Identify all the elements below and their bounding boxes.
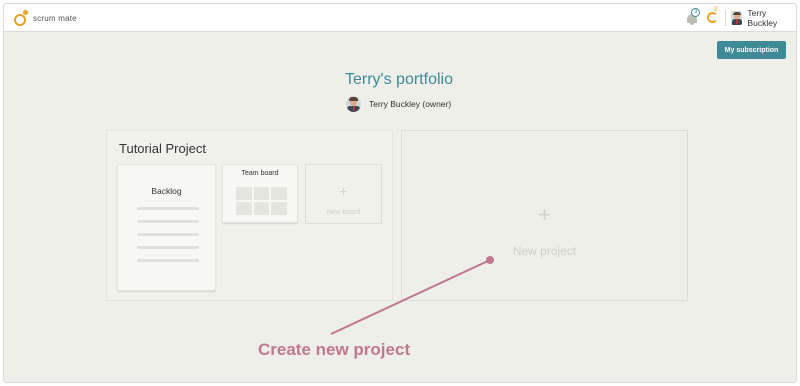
plus-icon: + bbox=[538, 202, 551, 227]
top-navigation-bar: scrum mate 3 2 Terry Buckley bbox=[4, 4, 796, 32]
board-label: Team board bbox=[241, 170, 279, 177]
board-label: New board bbox=[326, 209, 361, 216]
board-label: Backlog bbox=[151, 186, 182, 196]
logo-text: scrum mate bbox=[33, 13, 77, 23]
portfolio-title: Terry's portfolio bbox=[345, 71, 453, 88]
sync-count-badge: 2 bbox=[714, 6, 718, 13]
app-logo[interactable]: scrum mate bbox=[13, 8, 77, 28]
team-board-grid-icon bbox=[236, 187, 287, 215]
project-card-tutorial: Tutorial Project Backlog Team board + Ne… bbox=[106, 130, 393, 301]
backlog-line-icon bbox=[137, 246, 199, 249]
new-board-button[interactable]: + New board bbox=[305, 164, 382, 224]
board-backlog[interactable]: Backlog bbox=[117, 164, 216, 291]
my-subscription-button[interactable]: My subscription bbox=[717, 41, 786, 59]
sync-icon[interactable] bbox=[707, 12, 718, 23]
backlog-line-icon bbox=[137, 259, 199, 262]
backlog-line-icon bbox=[137, 220, 199, 223]
backlog-line-icon bbox=[137, 233, 199, 236]
user-avatar bbox=[731, 11, 743, 25]
project-title[interactable]: Tutorial Project bbox=[119, 141, 206, 156]
new-project-button[interactable]: + New project bbox=[401, 130, 688, 301]
portfolio-owner: Terry Buckley (owner) bbox=[346, 96, 451, 112]
notifications-bell-icon[interactable]: 3 bbox=[686, 8, 700, 25]
user-name: Terry Buckley bbox=[747, 8, 778, 28]
scrum-mate-logo-icon bbox=[13, 10, 29, 26]
app-window: scrum mate 3 2 Terry Buckley My subscrip… bbox=[3, 3, 797, 383]
header-divider bbox=[725, 10, 726, 26]
annotation-label: Create new project bbox=[258, 340, 411, 359]
board-team[interactable]: Team board bbox=[222, 164, 298, 223]
backlog-line-icon bbox=[137, 207, 199, 210]
user-menu[interactable]: Terry Buckley bbox=[731, 8, 796, 28]
notifications-count-badge: 3 bbox=[691, 8, 700, 17]
plus-icon: + bbox=[339, 183, 348, 199]
owner-label: Terry Buckley (owner) bbox=[369, 99, 452, 109]
new-project-label: New project bbox=[512, 244, 577, 258]
owner-avatar bbox=[346, 96, 361, 112]
